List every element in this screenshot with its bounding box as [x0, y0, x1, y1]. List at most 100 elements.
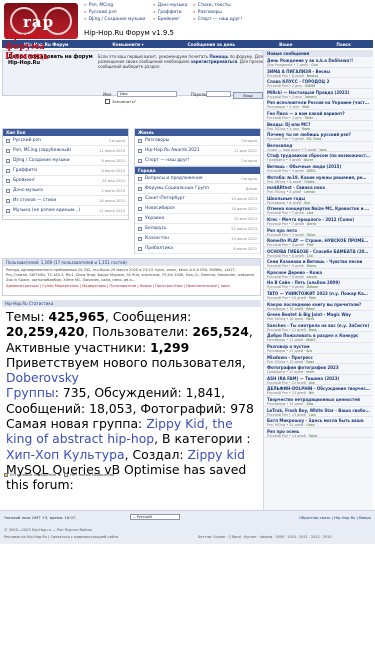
recent-post-user[interactable]: Nastya	[307, 74, 318, 78]
forum-rules-help-promo[interactable]: Правила форума Помощь	[5, 32, 65, 62]
forum-name[interactable]: Граффити	[13, 168, 37, 173]
recent-post-user[interactable]: Pokr	[309, 296, 316, 300]
forum-row[interactable]: Музыка (не рэпом единым...) 11 июня 2023	[3, 206, 128, 216]
forum-row[interactable]: Русский рэп Сегодня	[3, 136, 128, 146]
recent-post-user[interactable]: Ash	[309, 381, 315, 385]
recent-post-user[interactable]: VADIM	[305, 84, 316, 88]
recent-post-item[interactable]: Батл Микрошоу - Здесь могла быть ваша Рэп…	[264, 417, 373, 428]
recent-post-item[interactable]: Школьные годы Разговоры • 6 дней · Sun	[264, 195, 373, 206]
forum-row[interactable]: Брейкинг 24 мая 2022	[3, 176, 128, 186]
forum-name[interactable]: Украина	[145, 216, 164, 221]
forum-name[interactable]: Русский рэп	[13, 138, 41, 143]
login-button[interactable]: Вход	[233, 92, 263, 99]
forum-name[interactable]: Дэнс-музыка	[13, 188, 43, 193]
recent-post-user[interactable]: Vital	[302, 105, 309, 109]
recent-post-user[interactable]: Tailer	[309, 434, 318, 438]
recent-post-user[interactable]: Clip	[307, 254, 313, 258]
recent-post-item[interactable]: Фотографии фотографов 2023 Граффити • 12 …	[264, 364, 373, 375]
online-header[interactable]: Пользователей: 1,169 (17 пользователей и…	[3, 259, 260, 266]
recent-post-item[interactable]: TATO — УНИКТОЖИТ 2023 (п.у. Пожар Кажи) Р…	[264, 290, 373, 301]
recent-post-item[interactable]: Фотоба: №19. Какие нужны решения, решите…	[264, 174, 373, 185]
recent-post-item[interactable]: Витишь - Обычные люди (2015) Русский Рэп …	[264, 163, 373, 174]
recent-post-item[interactable]: ASH (RA FAM) — Тишина (2023) Русский Рэп …	[264, 375, 373, 386]
recent-post-item[interactable]: Рэп про осень Русский Рэп • 14 дней · Tai…	[264, 428, 373, 439]
recent-post-user[interactable]: sanya	[307, 275, 317, 279]
recent-post-item[interactable]: Green Beatet & Big Joint - Magic Way Рэп,…	[264, 311, 373, 322]
recent-post-user[interactable]: PlaY	[307, 243, 314, 247]
recent-post-item[interactable]: Сени Казанова и Витишь - Чувство песни Ру…	[264, 258, 373, 269]
forum-name[interactable]: Новосибирск	[145, 206, 175, 211]
forum-name[interactable]: Разговоры	[145, 138, 169, 143]
groups-link[interactable]: Группы	[6, 385, 55, 400]
group-creator-link[interactable]: Zippy kid	[188, 447, 245, 462]
recent-post-user[interactable]: Lion	[309, 413, 316, 417]
recent-post-item[interactable]: Почему ты не любишь русский рэп? Русский …	[264, 131, 373, 142]
header-category-link[interactable]: Русский рэп	[84, 9, 164, 16]
forum-row[interactable]: Санкт-Петербург 10 июля 2023	[135, 194, 260, 204]
recent-post-user[interactable]: Bass	[306, 360, 314, 364]
header-category-link[interactable]: Рэп, MCing	[84, 2, 164, 9]
recent-post-item[interactable]: ЗИМА А ПИГАЛИЗЯ - Весны Русский Рэп • 8 д…	[264, 68, 373, 79]
username-input[interactable]: Имя	[117, 91, 177, 97]
recent-post-item[interactable]: Разговор о пустом Разговоры • 11 дней · A…	[264, 343, 373, 354]
forum-row[interactable]: Разговоры Сегодня	[135, 136, 260, 146]
recent-post-user[interactable]: Ubse	[306, 423, 314, 427]
recent-post-item[interactable]: Рэп исполнители Россия на Украине (часть…	[264, 99, 373, 110]
recent-post-user[interactable]: AEEA	[307, 169, 316, 173]
recent-post-user[interactable]: Lemon	[304, 190, 315, 194]
recent-post-item[interactable]: Стаф трудовиков сбросом (по возможности)…	[264, 152, 373, 163]
forum-row[interactable]: Казахстан 13 июля 2022	[135, 234, 260, 244]
forum-name[interactable]: Из стихов — стихи	[13, 198, 56, 203]
recent-post-user[interactable]: Lioz	[307, 211, 314, 215]
recent-post-user[interactable]: Gun	[311, 63, 318, 67]
forum-row[interactable]: Беларусь 22 июня 2023	[135, 224, 260, 234]
category-header[interactable]: Хип Хоп	[3, 129, 128, 136]
group-category-link[interactable]: Хип-Хоп Культура	[6, 447, 125, 462]
nav-item-yours[interactable]: Ваше	[279, 42, 292, 47]
recent-post-user[interactable]: Tailer	[305, 116, 314, 120]
recent-post-item[interactable]: Велосипед Спорт — наш друг! • 5 дней · ba…	[264, 142, 373, 153]
recent-post-item[interactable]: MiRcki — Настоящая Правда (2022) Русский …	[264, 89, 373, 100]
recent-post-user[interactable]: Эрнест	[305, 95, 317, 99]
recent-post-item[interactable]: Слова КЛУСС - ГОРОДОЦ 2 Русский Рэп • 2 д…	[264, 78, 373, 89]
stats-header[interactable]: Hip-Hop.Ru Статистика	[2, 300, 261, 307]
forum-name[interactable]: Вопросы и предложения	[145, 176, 202, 181]
recent-post-user[interactable]: Nik	[309, 391, 314, 395]
forum-name[interactable]: Спорт — наш друг!	[145, 158, 190, 163]
nav-item-search[interactable]: Поиск	[336, 42, 351, 47]
recent-post-user[interactable]: Zaw	[306, 402, 313, 406]
recent-post-user[interactable]: Ace	[306, 349, 312, 353]
forum-name[interactable]: Форумы Социальных Групп	[145, 186, 209, 191]
forum-name[interactable]: Музыка (не рэпом единым...)	[13, 208, 80, 213]
category-header[interactable]: Города	[135, 167, 260, 174]
recent-post-user[interactable]: Bass	[309, 328, 317, 332]
forum-row[interactable]: Рэп, MCing (зарубежный) 11 июня 2023	[3, 146, 128, 156]
recent-post-item[interactable]: ma$ARtest - Свинка пока Рэп, MCing • 6 дн…	[264, 184, 373, 195]
recent-post-item[interactable]: Отмена концертов Noize MC, Кровосток и т…	[264, 205, 373, 216]
recent-post-item[interactable]: ДЕЛЬФИН-DOLPHIN - Обсуждение творчества Р…	[264, 385, 373, 396]
password-input[interactable]	[206, 91, 231, 97]
recent-post-item[interactable]: Mixdown - Прогресс Рэп, MCing • 12 дней ·…	[264, 354, 373, 365]
forum-row[interactable]: Из стихов — стихи 16 июня 2023	[3, 196, 128, 206]
recent-post-item[interactable]: RomeOn PLAY — Странн. НУВСКОЕ ПРОМЕНИД Ру…	[264, 237, 373, 248]
forum-row[interactable]: DJing / Создание музыки 8 июля 2022	[3, 156, 128, 166]
forum-name[interactable]: Казахстан	[145, 236, 169, 241]
recent-post-user[interactable]: Denis	[307, 222, 316, 226]
forum-row[interactable]: Украина 19 мая 2023	[135, 214, 260, 224]
recent-post-item[interactable]: Кгес - Мечта прошлого - 2012 (Сomo) Русск…	[264, 216, 373, 227]
recent-post-item[interactable]: LeTruk, Frash Boy, White Star - Ваша сво…	[264, 407, 373, 418]
recent-post-user[interactable]: Rarit	[306, 317, 314, 321]
recent-post-user[interactable]: bars	[319, 148, 326, 152]
recent-post-item[interactable]: Вводы: Dj или MC? Рэп, MCing • 4 дня · Re…	[264, 121, 373, 132]
register-link[interactable]: зарегистрироваться	[191, 59, 237, 64]
recent-post-item[interactable]: Рэп про лето Русский Рэп • 7 дней · Taile…	[264, 227, 373, 238]
recent-post-user[interactable]: Inner	[306, 370, 315, 374]
forum-row[interactable]: Дэнс-музыка 2 июня 2023	[3, 186, 128, 196]
forum-name[interactable]: Беларусь	[145, 226, 167, 231]
recent-post-user[interactable]: МС Лиза	[307, 137, 322, 141]
forum-row[interactable]: Прибалтика 8 июля 2022	[135, 244, 260, 254]
header-category-link[interactable]: Стихи, тексты	[193, 2, 273, 9]
recent-post-item[interactable]: ОСНОВА ГИББОЗЕ - Спасибо БАМБАТА (2022) Р…	[264, 248, 373, 259]
header-category-link[interactable]: DJing / Создание музыки	[84, 16, 164, 23]
header-category-link[interactable]: Разговоры	[193, 9, 273, 16]
